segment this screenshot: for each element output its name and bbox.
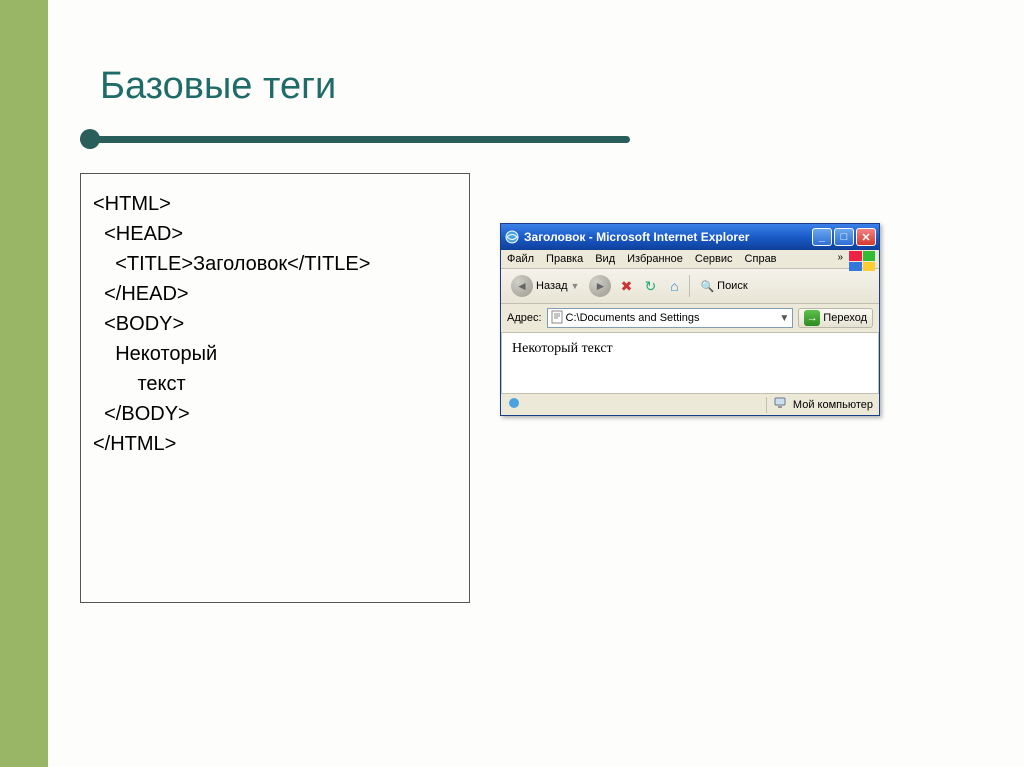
html-code-box: <HTML> <HEAD> <TITLE>Заголовок</TITLE> <… xyxy=(80,173,470,603)
search-icon: 🔍 xyxy=(700,280,714,293)
menu-overflow-icon[interactable]: » xyxy=(837,252,843,263)
address-text: C:\Documents and Settings xyxy=(566,312,700,324)
address-dropdown-icon[interactable]: ▼ xyxy=(779,313,789,324)
search-button[interactable]: 🔍 Поиск xyxy=(696,278,751,295)
status-ie-icon xyxy=(507,396,521,413)
windows-logo-icon xyxy=(849,251,875,271)
status-zone-label: Мой компьютер xyxy=(793,399,873,411)
menu-help[interactable]: Справ xyxy=(745,253,777,265)
toolbar: ◄ Назад ▼ ► ✖ ↻ ⌂ 🔍 Поиск xyxy=(501,269,879,304)
title-divider xyxy=(80,130,994,148)
page-content-text: Некоторый текст xyxy=(512,341,613,356)
slide-title: Базовые теги xyxy=(100,65,994,108)
content-row: <HTML> <HEAD> <TITLE>Заголовок</TITLE> <… xyxy=(80,173,994,603)
status-computer-icon xyxy=(773,397,787,412)
slide-accent-sidebar xyxy=(0,0,48,767)
search-label: Поиск xyxy=(717,280,747,292)
back-icon: ◄ xyxy=(511,275,533,297)
back-label: Назад xyxy=(536,280,568,292)
slide-container: Базовые теги <HTML> <HEAD> <TITLE>Заголо… xyxy=(80,30,994,737)
page-viewport: Некоторый текст xyxy=(501,333,879,393)
go-button[interactable]: → Переход xyxy=(798,308,873,328)
back-dropdown-icon: ▼ xyxy=(571,281,580,291)
menu-favorites[interactable]: Избранное xyxy=(627,253,683,265)
menu-tools[interactable]: Сервис xyxy=(695,253,733,265)
address-label: Адрес: xyxy=(507,312,542,324)
close-button[interactable]: ✕ xyxy=(856,228,876,246)
page-icon xyxy=(551,310,563,327)
window-titlebar: Заголовок - Microsoft Internet Explorer … xyxy=(501,224,879,250)
address-input[interactable]: C:\Documents and Settings ▼ xyxy=(547,308,794,328)
menu-bar: Файл Правка Вид Избранное Сервис Справ » xyxy=(501,250,879,269)
status-bar: Мой компьютер xyxy=(501,393,879,415)
window-title: Заголовок - Microsoft Internet Explorer xyxy=(524,230,812,244)
browser-preview-wrap: Заголовок - Microsoft Internet Explorer … xyxy=(500,223,880,416)
forward-button[interactable]: ► xyxy=(589,275,611,297)
minimize-button[interactable]: _ xyxy=(812,228,832,246)
toolbar-separator xyxy=(689,275,690,297)
maximize-button[interactable]: □ xyxy=(834,228,854,246)
stop-button[interactable]: ✖ xyxy=(617,277,635,295)
window-controls: _ □ ✕ xyxy=(812,228,876,246)
refresh-button[interactable]: ↻ xyxy=(641,277,659,295)
go-arrow-icon: → xyxy=(804,310,820,326)
back-button[interactable]: ◄ Назад ▼ xyxy=(507,273,583,299)
menu-edit[interactable]: Правка xyxy=(546,253,583,265)
go-label: Переход xyxy=(823,312,867,324)
address-bar: Адрес: C:\Documents and Settings ▼ → Пер… xyxy=(501,304,879,333)
menu-view[interactable]: Вид xyxy=(595,253,615,265)
home-button[interactable]: ⌂ xyxy=(665,277,683,295)
ie-window: Заголовок - Microsoft Internet Explorer … xyxy=(500,223,880,416)
ie-icon xyxy=(504,229,520,245)
menu-file[interactable]: Файл xyxy=(507,253,534,265)
